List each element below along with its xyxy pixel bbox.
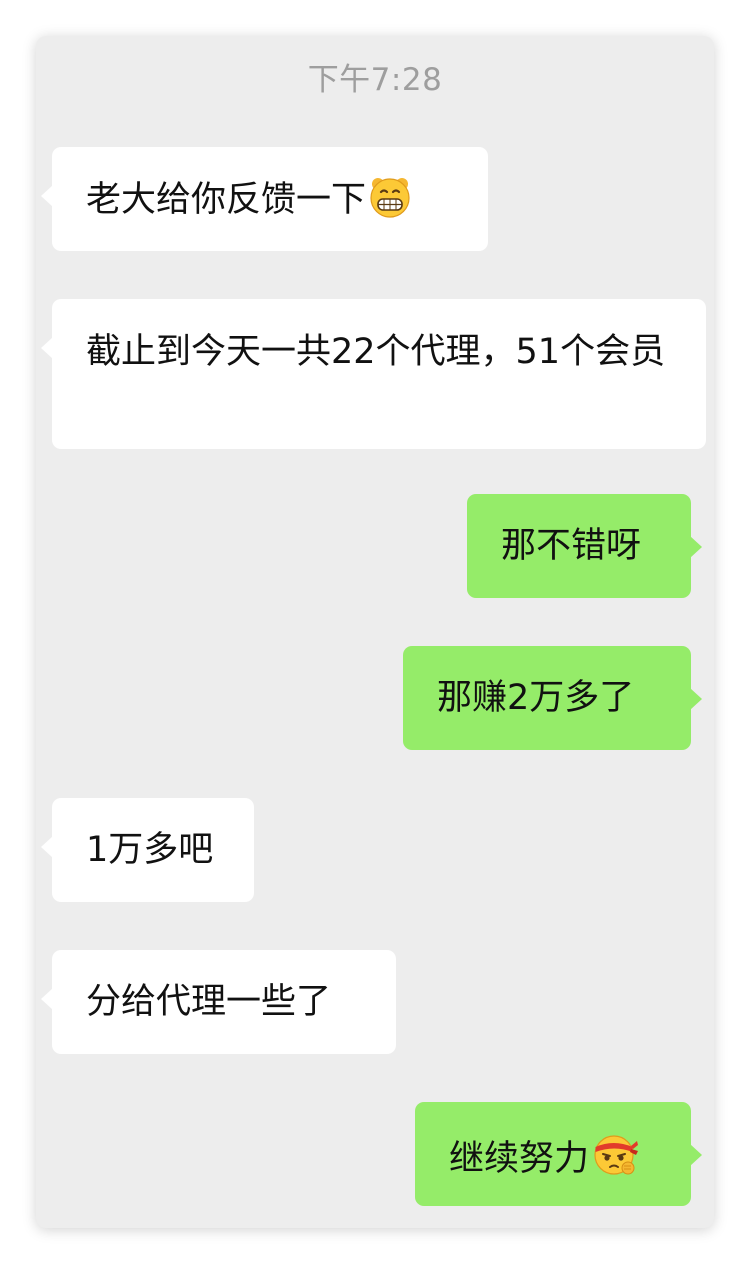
message-row-outgoing: 那不错呀 [467, 494, 702, 598]
grinning-face-icon [368, 175, 412, 232]
message-bubble[interactable]: 那赚2万多了 [403, 646, 702, 750]
message-bubble[interactable]: 截止到今天一共22个代理，51个会员 [41, 299, 706, 449]
message-text: 那赚2万多了 [437, 678, 635, 718]
message-text: 1万多吧 [86, 830, 214, 870]
message-text: 分给代理一些了 [86, 982, 332, 1022]
message-text: 那不错呀 [501, 526, 642, 566]
message-timestamp: 下午7:28 [307, 62, 443, 98]
chat-window: 下午7:28 老大给你反馈一下 截止到今天一共22个代理，51个会员 那不错呀 … [36, 36, 714, 1228]
message-row-outgoing: 继续努力 [415, 1102, 702, 1206]
message-bubble[interactable]: 分给代理一些了 [41, 950, 396, 1054]
message-text: 继续努力 [449, 1139, 590, 1179]
message-bubble[interactable]: 1万多吧 [41, 798, 254, 902]
message-bubble[interactable]: 继续努力 [415, 1102, 702, 1206]
determined-headband-face-icon [591, 1130, 639, 1191]
message-row-incoming: 分给代理一些了 [41, 950, 396, 1054]
message-text: 老大给你反馈一下 [86, 180, 367, 220]
message-row-incoming: 1万多吧 [41, 798, 254, 902]
message-row-incoming: 截止到今天一共22个代理，51个会员 [41, 299, 706, 449]
message-text: 截止到今天一共22个代理，51个会员 [86, 332, 666, 372]
message-row-outgoing: 那赚2万多了 [403, 646, 702, 750]
message-row-incoming: 老大给你反馈一下 [41, 147, 488, 251]
message-bubble[interactable]: 老大给你反馈一下 [41, 147, 488, 251]
message-bubble[interactable]: 那不错呀 [467, 494, 702, 598]
